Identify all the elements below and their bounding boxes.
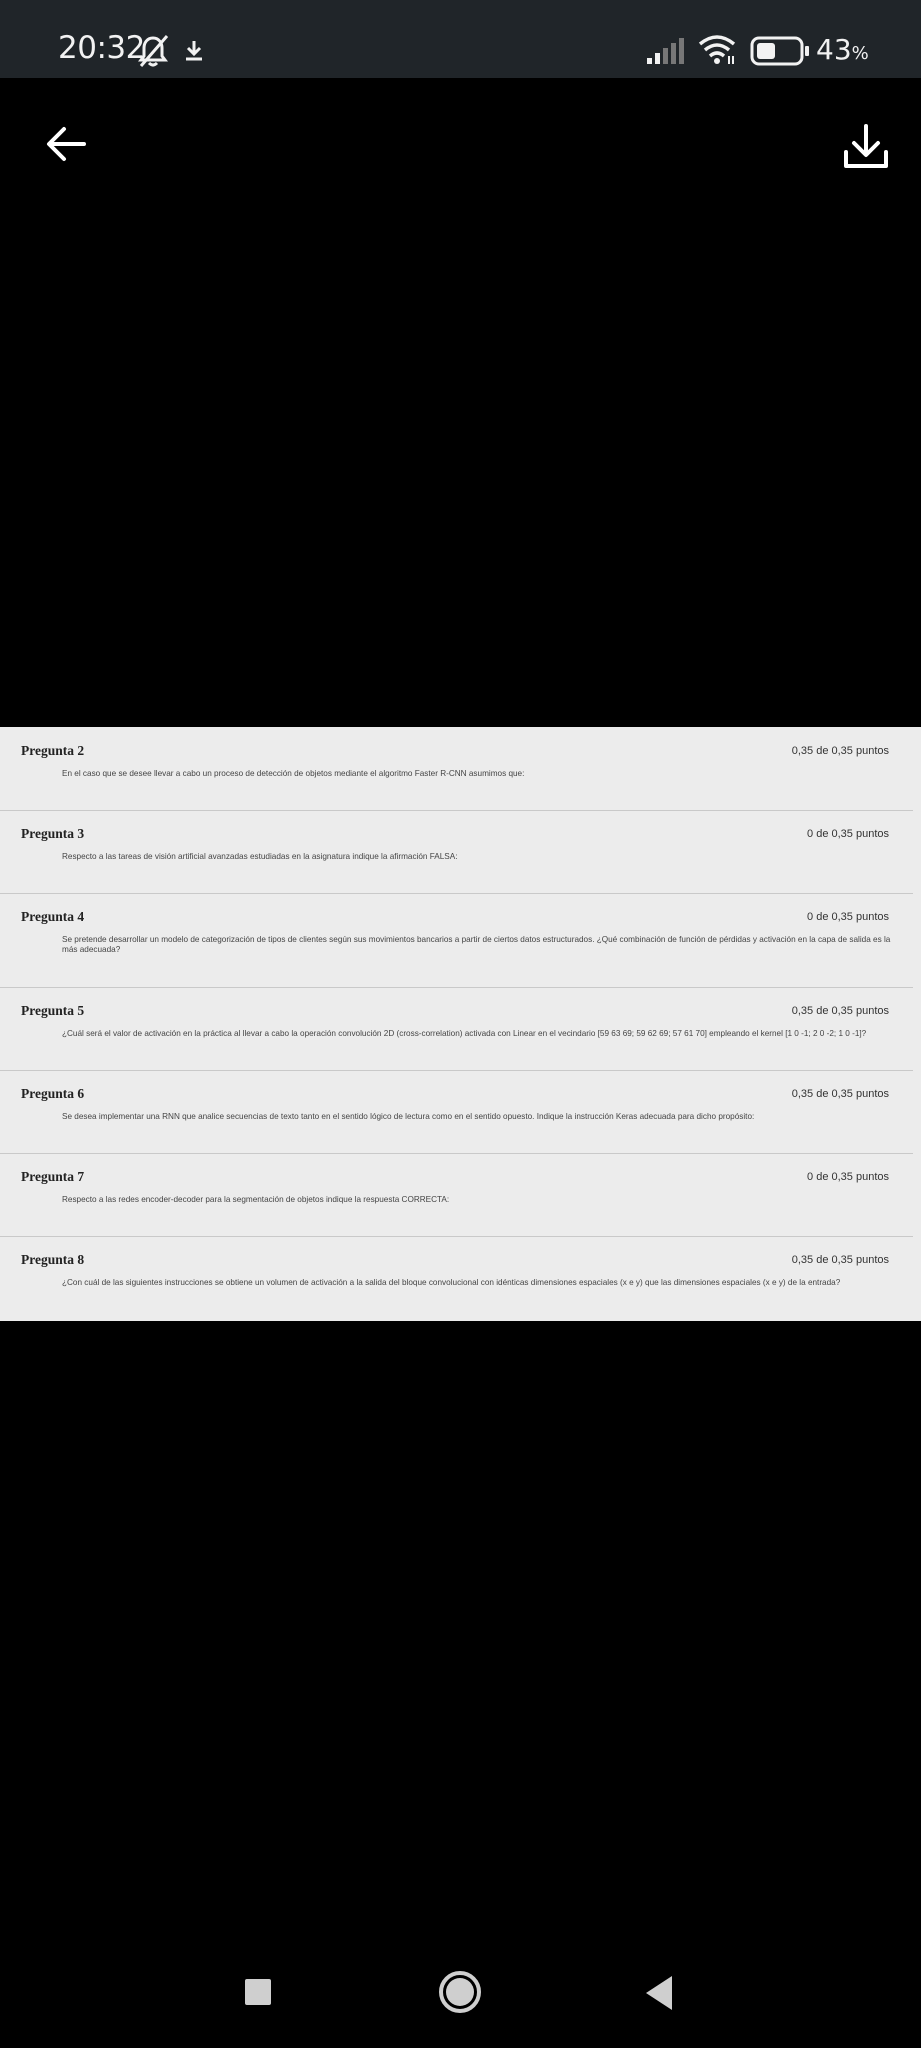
battery-icon: [750, 36, 809, 66]
document-image[interactable]: Pregunta 2 0,35 de 0,35 puntos En el cas…: [0, 727, 921, 1321]
question-score: 0,35 de 0,35 puntos: [791, 1254, 889, 1266]
wifi-icon: [698, 35, 736, 64]
question-title: Pregunta 7: [21, 1169, 85, 1184]
question-item: Pregunta 5 0,35 de 0,35 puntos ¿Cuál ser…: [0, 987, 921, 1070]
recents-square-icon: [245, 1979, 271, 2005]
home-button[interactable]: [438, 1970, 482, 2014]
download-icon: [844, 124, 888, 168]
download-button[interactable]: [836, 116, 896, 176]
question-title: Pregunta 4: [21, 909, 85, 924]
question-item: Pregunta 8 0,35 de 0,35 puntos ¿Con cuál…: [0, 1236, 921, 1319]
question-score: 0,35 de 0,35 puntos: [791, 745, 889, 757]
question-text: Respecto a las redes encoder-decoder par…: [62, 1195, 450, 1204]
question-item: Pregunta 6 0,35 de 0,35 puntos Se desea …: [0, 1070, 921, 1153]
question-title: Pregunta 2: [21, 743, 85, 758]
question-title: Pregunta 6: [21, 1086, 85, 1101]
question-title: Pregunta 3: [21, 826, 85, 841]
question-item: Pregunta 2 0,35 de 0,35 puntos En el cas…: [0, 727, 921, 810]
question-score: 0 de 0,35 puntos: [807, 911, 889, 923]
question-item: Pregunta 3 0 de 0,35 puntos Respecto a l…: [0, 810, 921, 893]
download-icon: [186, 41, 202, 61]
question-item: Pregunta 7 0 de 0,35 puntos Respecto a l…: [0, 1153, 921, 1236]
question-score: 0,35 de 0,35 puntos: [791, 1005, 889, 1017]
battery-percent-symbol: %: [851, 43, 869, 64]
arrow-left-icon: [47, 127, 86, 161]
question-title: Pregunta 8: [21, 1252, 85, 1267]
back-triangle-icon: [646, 1976, 672, 2010]
question-text: ¿Con cuál de las siguientes instruccione…: [62, 1278, 841, 1287]
question-title: Pregunta 5: [21, 1003, 85, 1018]
question-text: Se pretende desarrollar un modelo de cat…: [62, 935, 891, 954]
question-score: 0 de 0,35 puntos: [807, 1171, 889, 1183]
question-text: En el caso que se desee llevar a cabo un…: [62, 769, 525, 778]
nav-back-button[interactable]: [644, 1975, 674, 2011]
question-text: ¿Cuál será el valor de activación en la …: [62, 1029, 867, 1038]
battery-percent-value: 43: [816, 33, 852, 66]
question-text: Respecto a las tareas de visión artifici…: [62, 852, 458, 861]
question-text: Se desea implementar una RNN que analice…: [62, 1112, 755, 1121]
signal-icon: [647, 38, 684, 64]
question-item: Pregunta 4 0 de 0,35 puntos Se pretende …: [0, 893, 921, 987]
status-time: 20:32: [58, 30, 145, 66]
question-score: 0,35 de 0,35 puntos: [791, 1088, 889, 1100]
status-bar: 20:32 43%: [0, 0, 921, 78]
question-score: 0 de 0,35 puntos: [807, 828, 889, 840]
home-circle-icon: [439, 1971, 481, 2013]
recents-button[interactable]: [244, 1978, 272, 2006]
back-button[interactable]: [38, 116, 94, 172]
battery-percent: 43%: [816, 33, 869, 66]
bell-off-icon: [138, 35, 169, 67]
